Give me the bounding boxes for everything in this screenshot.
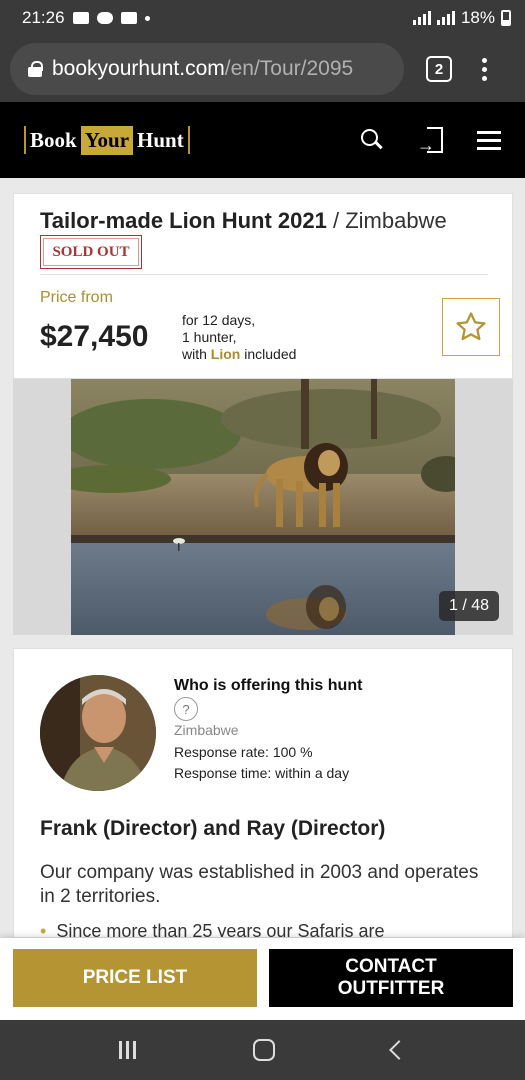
notification-app-icon: [72, 12, 89, 24]
youtube-icon: [120, 12, 137, 24]
signal-2-icon: [436, 11, 455, 25]
signal-icon: [412, 11, 431, 25]
tour-summary-card: Tailor-made Lion Hunt 2021 / Zimbabwe SO…: [13, 193, 513, 379]
action-bar: PRICE LIST CONTACT OUTFITTER: [0, 938, 525, 1020]
gallery-counter: 1 / 48: [438, 591, 499, 621]
search-icon[interactable]: [361, 129, 383, 151]
system-nav-bar: [0, 1020, 525, 1080]
logo-word-book: Book: [30, 127, 77, 152]
lock-icon: [28, 61, 43, 77]
tour-location: / Zimbabwe: [326, 208, 447, 233]
price-label: Price from: [40, 289, 113, 306]
address-bar[interactable]: bookyourhunt.com/en/Tour/2095: [10, 43, 404, 95]
login-icon[interactable]: →: [417, 127, 443, 154]
tour-title: Tailor-made Lion Hunt 2021 / Zimbabwe: [40, 208, 447, 234]
divider: [40, 274, 488, 275]
logo-word-your: Your: [80, 125, 134, 155]
help-icon[interactable]: ?: [174, 697, 198, 721]
status-bar: 21:26 18%: [0, 0, 525, 36]
contact-outfitter-button[interactable]: CONTACT OUTFITTER: [269, 949, 513, 1007]
sold-out-badge: SOLD OUT: [40, 235, 142, 269]
tour-name: Tailor-made Lion Hunt 2021: [40, 208, 327, 233]
back-icon[interactable]: [389, 1040, 410, 1060]
site-logo[interactable]: Book Your Hunt: [24, 125, 190, 155]
outfitter-bullet: • Since more than 25 years our Safaris ar…: [40, 921, 385, 938]
outfitter-card: Who is offering this hunt ? Zimbabwe Res…: [13, 648, 513, 938]
lion-photo[interactable]: [71, 379, 455, 635]
outfitter-avatar[interactable]: [40, 675, 156, 791]
more-notifications-icon: [144, 15, 150, 21]
photo-gallery[interactable]: 1 / 48: [13, 379, 513, 635]
browser-toolbar: bookyourhunt.com/en/Tour/2095 2: [0, 36, 525, 102]
browser-menu-icon[interactable]: [482, 57, 487, 81]
outfitter-description: Our company was established in 2003 and …: [40, 862, 479, 907]
battery-percent: 18%: [460, 8, 495, 27]
logo-word-hunt: Hunt: [137, 127, 184, 152]
outfitter-country: Zimbabwe: [174, 722, 239, 738]
species-link[interactable]: Lion: [211, 346, 241, 362]
cloud-icon: [96, 12, 113, 24]
battery-icon: [501, 10, 511, 26]
recent-apps-icon[interactable]: [118, 1041, 136, 1059]
star-icon: [456, 312, 486, 341]
offering-heading: Who is offering this hunt: [174, 677, 363, 694]
price-details: for 12 days, 1 hunter, with Lion include…: [182, 312, 297, 362]
home-icon[interactable]: [252, 1039, 275, 1061]
favorite-star-button[interactable]: [442, 298, 500, 356]
status-time: 21:26: [22, 8, 65, 27]
price-value: $27,450: [40, 320, 149, 353]
response-time: Response time: within a day: [174, 765, 350, 781]
hamburger-menu-icon[interactable]: [477, 130, 501, 150]
response-rate: Response rate: 100 %: [174, 744, 313, 760]
url-host: bookyourhunt.com: [52, 57, 225, 80]
price-list-button[interactable]: PRICE LIST: [13, 949, 257, 1007]
site-header: Book Your Hunt →: [0, 102, 525, 178]
url-path: /en/Tour/2095: [224, 57, 354, 80]
outfitter-names: Frank (Director) and Ray (Director): [40, 817, 386, 840]
tab-switcher-button[interactable]: 2: [426, 56, 452, 82]
